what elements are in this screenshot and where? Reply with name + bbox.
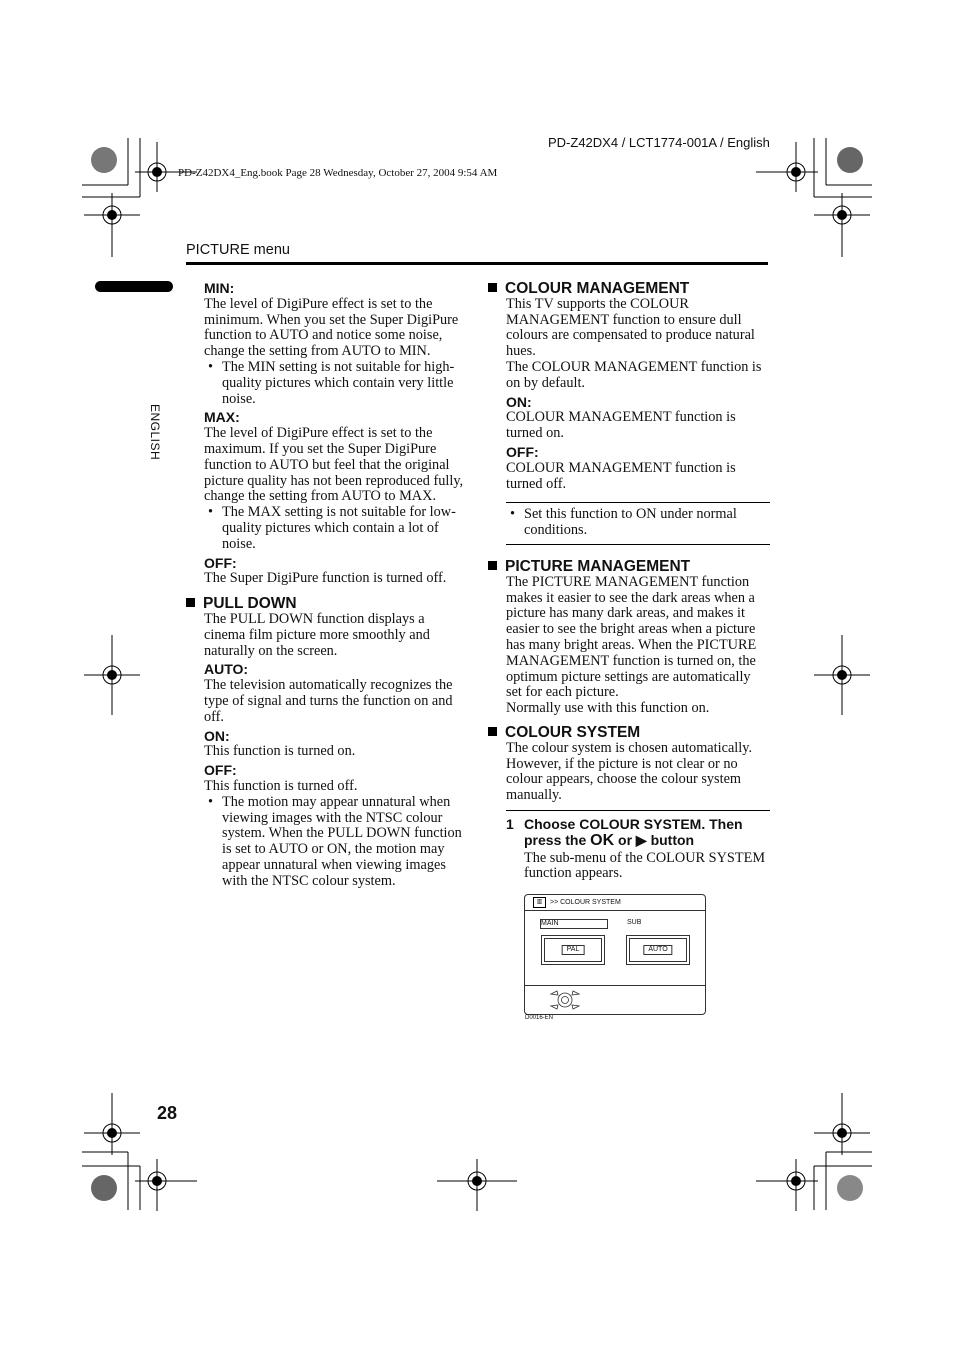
cs-text: The colour system is chosen automaticall… [506, 739, 753, 804]
figure-code: D0016-EN [525, 1015, 554, 1021]
max-text: The level of DigiPure effect is set to t… [204, 425, 464, 505]
max-bullet: • The MAX setting is not suitable for low… [208, 504, 466, 552]
pm-text2: Normally use with this function on. [506, 700, 710, 717]
cm-heading-text: COLOUR MANAGEMENT [505, 280, 690, 297]
step-title: Choose COLOUR SYSTEM. Then press the OK … [524, 815, 743, 849]
document-id: PD-Z42DX4 / LCT1774-001A / English [548, 135, 770, 150]
cm-heading: COLOUR MANAGEMENT [488, 281, 770, 297]
max-bullet-text: The MAX setting is not suitable for low-… [222, 504, 456, 552]
off-text: The Super DigiPure function is turned of… [204, 570, 447, 587]
step-text: The sub-menu of the COLOUR SYSTEM functi… [524, 849, 766, 882]
osd-footer [525, 985, 705, 1010]
pulldown-bullet: • The motion may appear unnatural when vi… [208, 793, 466, 890]
remote-dpad-icon [549, 990, 581, 1010]
step-number: 1 [506, 815, 514, 832]
osd-sub-label: SUB [627, 919, 642, 926]
osd-main-value: PAL [561, 945, 585, 955]
left-column: MIN: The level of DigiPure effect is set… [186, 280, 466, 890]
step-1: 1 Choose COLOUR SYSTEM. Then press the OK… [506, 809, 770, 882]
square-bullet-icon [488, 726, 497, 736]
auto-label: AUTO: [204, 661, 249, 678]
language-tab-marker [95, 281, 173, 292]
cm-off-text: COLOUR MANAGEMENT function is turned off… [506, 459, 736, 492]
pulldown-text: The PULL DOWN function displays a cinema… [204, 610, 430, 659]
cm-on-text: COLOUR MANAGEMENT function is turned on. [506, 409, 736, 442]
side-language-label: ENGLISH [148, 404, 162, 461]
osd-main-box: PAL [541, 935, 605, 965]
pm-text1: The PICTURE MANAGEMENT function makes it… [506, 573, 757, 701]
ok-button-glyph: OK [590, 831, 615, 849]
auto-text: The television automatically recognizes … [204, 677, 453, 725]
header-rule [186, 262, 768, 265]
min-bullet: • The MIN setting is not suitable for hig… [208, 358, 466, 407]
cs-heading: COLOUR SYSTEM [488, 725, 770, 741]
cs-heading-text: COLOUR SYSTEM [505, 723, 641, 741]
pm-heading-text: PICTURE MANAGEMENT [505, 557, 691, 575]
osd-title: >> COLOUR SYSTEM [550, 899, 621, 906]
min-label: MIN: [204, 280, 235, 296]
square-bullet-icon [488, 283, 497, 292]
on-label: ON: [204, 727, 230, 744]
pulldown-heading: PULL DOWN [186, 596, 466, 612]
cm-text2: The COLOUR MANAGEMENT function is on by … [506, 358, 762, 391]
on-text: This function is turned on. [204, 743, 356, 760]
right-column: COLOUR MANAGEMENT This TV supports the C… [488, 281, 770, 882]
square-bullet-icon [488, 560, 497, 570]
osd-sub-value: AUTO [643, 945, 673, 955]
off2-label: OFF: [204, 762, 237, 779]
off2-text: This function is turned off. [204, 777, 358, 794]
pulldown-heading-text: PULL DOWN [203, 595, 297, 613]
pm-heading: PICTURE MANAGEMENT [488, 559, 770, 575]
page-number: 28 [157, 1103, 178, 1123]
osd-colour-system-figure: ▥ >> COLOUR SYSTEM MAIN SUB PAL AUTO [524, 894, 706, 1015]
cm-off-label: OFF: [506, 443, 539, 460]
cm-note: • Set this function to ON under normal co… [506, 502, 770, 545]
crop-marks [82, 138, 872, 1211]
min-text: The level of DigiPure effect is set to t… [204, 295, 459, 360]
cm-text1: This TV supports the COLOUR MANAGEMENT f… [506, 295, 755, 360]
osd-main-label: MAIN [540, 919, 608, 929]
book-info-line: PD-Z42DX4_Eng.book Page 28 Wednesday, Oc… [178, 167, 498, 179]
square-bullet-icon [186, 598, 195, 608]
pulldown-bullet-text: The motion may appear unnatural when vie… [222, 793, 462, 889]
off-label: OFF: [204, 554, 237, 571]
tv-menu-icon: ▥ [533, 897, 546, 908]
max-label: MAX: [204, 409, 240, 426]
section-title: PICTURE menu [186, 242, 290, 258]
cm-note-text: Set this function to ON under normal con… [524, 506, 737, 539]
cm-on-label: ON: [506, 393, 532, 410]
min-bullet-text: The MIN setting is not suitable for high… [222, 358, 455, 407]
osd-sub-box: AUTO [626, 935, 690, 965]
